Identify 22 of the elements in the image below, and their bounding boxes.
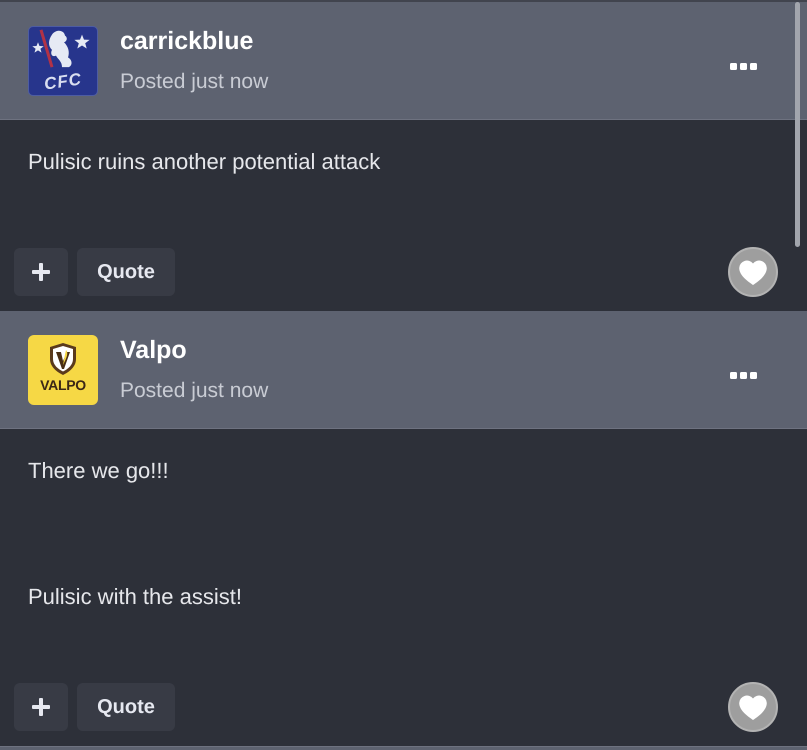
post-text: There we go!!! xyxy=(28,457,169,485)
like-button[interactable] xyxy=(728,682,778,732)
logo-text: VALPO xyxy=(40,378,86,392)
logo-text: CFC xyxy=(43,70,83,92)
heart-icon xyxy=(739,260,767,284)
like-button[interactable] xyxy=(728,247,778,297)
plus-icon xyxy=(32,263,50,281)
author-name[interactable]: carrickblue xyxy=(120,26,254,56)
more-icon[interactable] xyxy=(730,372,757,379)
add-button[interactable] xyxy=(14,683,68,731)
plus-icon xyxy=(32,698,50,716)
post-time: Posted just now xyxy=(120,69,268,95)
post-text: Pulisic with the assist! xyxy=(28,583,242,611)
post-text: Pulisic ruins another potential attack xyxy=(28,148,380,176)
heart-icon xyxy=(739,694,767,720)
post-time: Posted just now xyxy=(120,378,268,404)
more-icon[interactable] xyxy=(730,63,757,70)
quote-button[interactable]: Quote xyxy=(77,248,175,296)
add-button[interactable] xyxy=(14,248,68,296)
shield-icon xyxy=(49,342,77,374)
quote-button[interactable]: Quote xyxy=(77,683,175,731)
author-name[interactable]: Valpo xyxy=(120,335,187,365)
